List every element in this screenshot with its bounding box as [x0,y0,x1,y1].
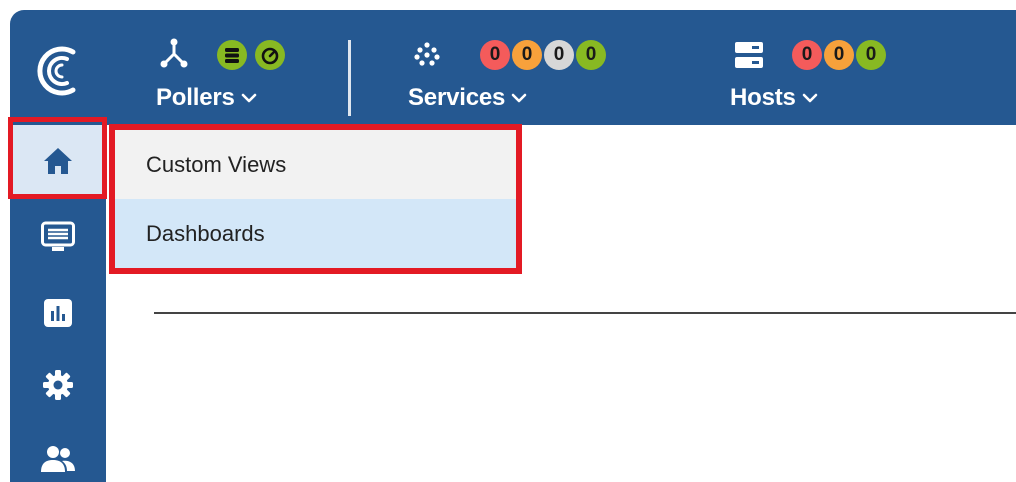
services-ok-count[interactable]: 0 [576,40,606,70]
menu-item-dashboards[interactable]: Dashboards [115,199,516,268]
hosts-label: Hosts [730,84,796,111]
app-screen: Pollers 0 0 0 0 Services 0 0 0 Hosts Cus… [0,0,1016,482]
users-icon [41,446,75,472]
chevron-down-icon [241,93,256,103]
services-critical-count[interactable]: 0 [480,40,510,70]
logo-icon[interactable] [32,42,82,100]
home-flyout-menu: Custom Views Dashboards [109,124,522,274]
pollers-menu[interactable]: Pollers [156,84,257,112]
home-icon [44,148,72,174]
monitor-list-icon [41,221,75,251]
header-divider [348,40,351,116]
sidebar [10,125,106,482]
services-unknown-count[interactable]: 0 [544,40,574,70]
hosts-down-count[interactable]: 0 [792,40,822,70]
hosts-up-count[interactable]: 0 [856,40,886,70]
hosts-server-icon [735,42,763,68]
bar-chart-icon [44,299,72,327]
services-group: 0 0 0 0 Services [408,36,648,116]
hosts-group: 0 0 0 Hosts [730,36,930,116]
pollers-label: Pollers [156,84,235,111]
services-label: Services [408,84,506,111]
header-bar: Pollers 0 0 0 0 Services 0 0 0 Hosts [10,10,1016,125]
services-warning-count[interactable]: 0 [512,40,542,70]
sidebar-item-reporting[interactable] [10,277,106,349]
pollers-group: Pollers [156,36,316,116]
poller-tree-icon [160,38,188,68]
sidebar-item-monitoring[interactable] [10,201,106,273]
gauge-status-icon[interactable] [255,40,285,70]
chevron-down-icon [511,93,527,103]
menu-item-custom-views[interactable]: Custom Views [115,130,516,199]
sidebar-item-home[interactable] [10,125,106,197]
chevron-down-icon [802,93,817,103]
database-status-icon[interactable] [217,40,247,70]
gear-icon [43,370,73,400]
sidebar-item-configuration[interactable] [10,349,106,421]
menu-item-label: Dashboards [146,220,265,246]
services-menu[interactable]: Services [408,84,527,112]
services-grid-icon [414,42,440,66]
hosts-unreachable-count[interactable]: 0 [824,40,854,70]
hosts-menu[interactable]: Hosts [730,84,818,112]
menu-item-label: Custom Views [146,151,287,177]
sidebar-item-administration[interactable] [10,423,106,482]
content-divider-line [154,312,1016,314]
